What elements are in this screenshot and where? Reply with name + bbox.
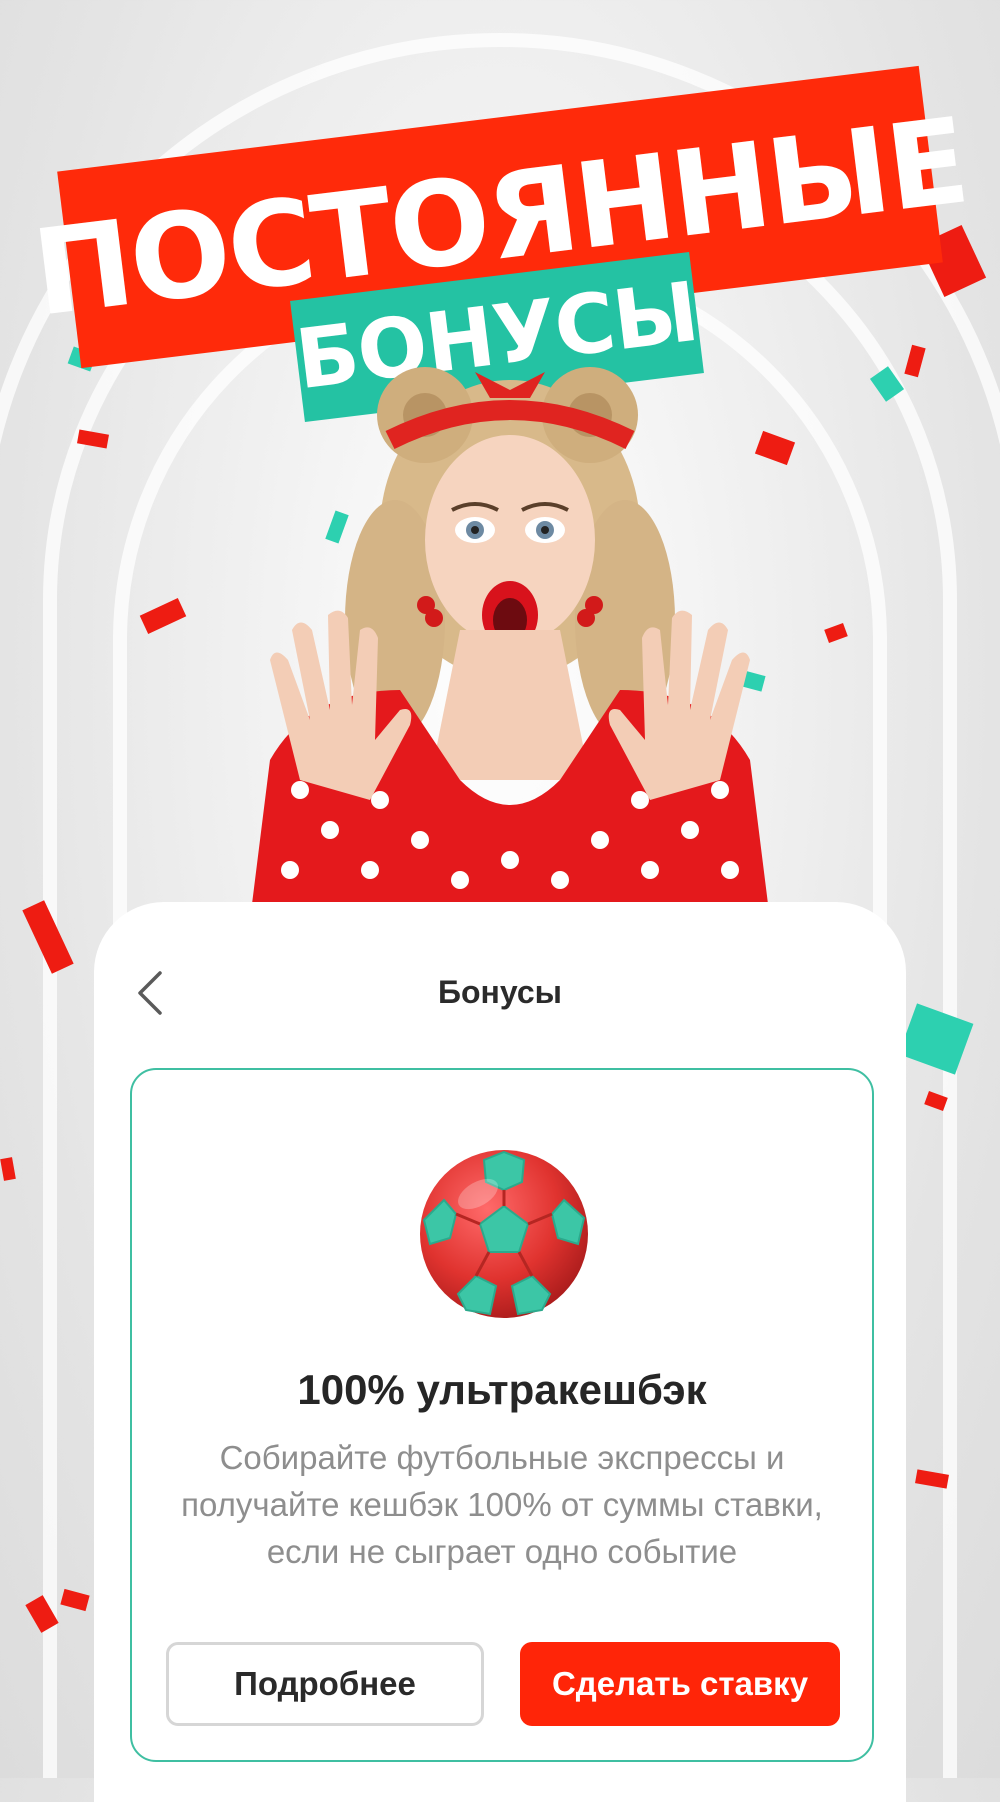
bonus-description: Собирайте футбольные экспрессы и получай… xyxy=(181,1439,823,1570)
details-button[interactable]: Подробнее xyxy=(166,1642,484,1726)
page-title: Бонусы xyxy=(438,974,562,1010)
bonus-title: 100% ультракешбэк xyxy=(297,1366,707,1413)
hero-woman-illustration xyxy=(250,367,770,920)
soccer-ball-icon xyxy=(420,1150,588,1318)
bonus-offer-card: 100% ультракешбэк Собирайте футбольные э… xyxy=(130,1068,874,1762)
bonuses-screen-card: Бонусы 100% ультракешбэк Собирайте футбо… xyxy=(94,902,906,1802)
place-bet-button[interactable]: Сделать ставку xyxy=(520,1642,840,1726)
